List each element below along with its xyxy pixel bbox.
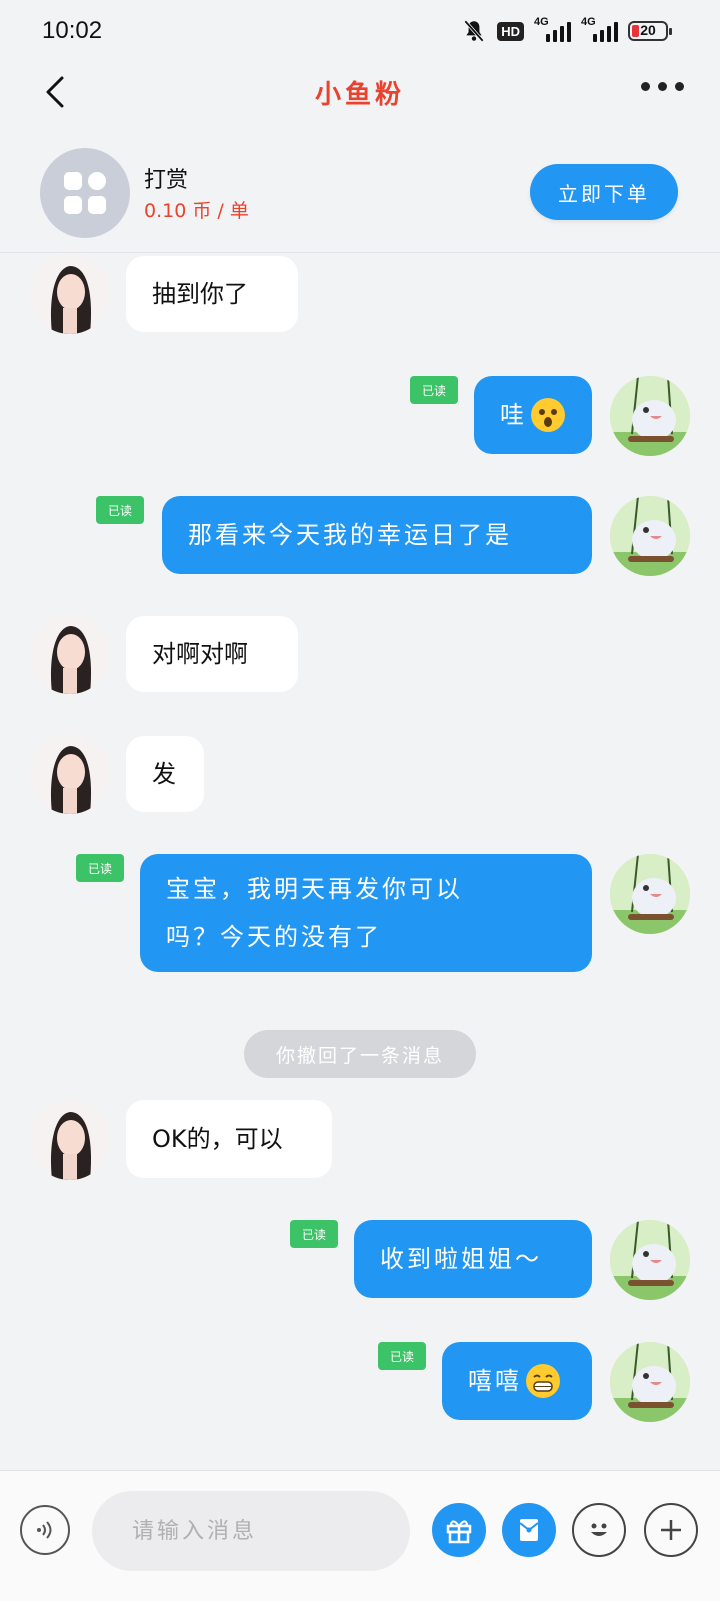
bell-muted-icon <box>464 20 485 42</box>
contact-avatar[interactable] <box>30 614 110 694</box>
emoji-button[interactable] <box>572 1503 626 1557</box>
contact-avatar[interactable] <box>30 734 110 814</box>
signal-icon: 4G <box>534 16 571 42</box>
hd-icon: HD <box>497 21 524 41</box>
my-avatar[interactable] <box>610 1220 690 1300</box>
incoming-bubble[interactable]: 对啊对啊 <box>126 616 298 692</box>
chat-list[interactable]: 抽到你了 已读 哇 已读 那看来今天我的幸运日了是 对啊对啊 发 已读 宝宝，我… <box>0 252 720 1470</box>
message-input[interactable] <box>92 1491 410 1571</box>
outgoing-bubble[interactable]: 那看来今天我的幸运日了是 <box>162 496 592 574</box>
grin-emoji-icon <box>526 1364 560 1398</box>
my-avatar[interactable] <box>610 854 690 934</box>
outgoing-bubble[interactable]: 嘻嘻 <box>442 1342 592 1420</box>
recall-notice: 你撤回了一条消息 <box>244 1030 476 1078</box>
gift-button[interactable] <box>432 1503 486 1557</box>
order-title: 打赏 <box>144 168 189 193</box>
outgoing-bubble[interactable]: 收到啦姐姐～ <box>354 1220 592 1298</box>
incoming-bubble[interactable]: OK的，可以 <box>126 1100 332 1178</box>
status-time: 10:02 <box>42 17 103 44</box>
order-bar: 打赏 0.10 币 / 单 立即下单 <box>0 134 720 253</box>
smiley-icon <box>591 1523 607 1536</box>
read-badge: 已读 <box>378 1342 426 1370</box>
status-icons: HD 4G 4G 20 <box>461 16 672 44</box>
service-icon <box>40 148 130 238</box>
more-plus-button[interactable] <box>644 1503 698 1557</box>
contact-avatar[interactable] <box>30 1100 110 1180</box>
my-avatar[interactable] <box>610 376 690 456</box>
voice-icon <box>37 1521 52 1539</box>
plus-icon <box>661 1520 681 1540</box>
signal-icon-2: 4G <box>581 16 618 42</box>
outgoing-bubble[interactable]: 宝宝，我明天再发你可以 吗？今天的没有了 <box>140 854 592 972</box>
status-bar: 10:02 HD 4G 4G 20 <box>0 0 720 64</box>
surprised-emoji-icon <box>531 398 565 432</box>
incoming-bubble[interactable]: 发 <box>126 736 204 812</box>
read-badge: 已读 <box>290 1220 338 1248</box>
battery-level: 20 <box>640 22 656 38</box>
order-now-button[interactable]: 立即下单 <box>530 164 678 220</box>
apps-grid-icon <box>64 172 106 214</box>
read-badge: 已读 <box>410 376 458 404</box>
nav-bar: 小鱼粉 <box>0 64 720 120</box>
read-badge: 已读 <box>96 496 144 524</box>
input-bar <box>0 1470 720 1601</box>
read-badge: 已读 <box>76 854 124 882</box>
outgoing-bubble[interactable]: 哇 <box>474 376 592 454</box>
gift-icon <box>446 1520 472 1544</box>
red-packet-icon <box>519 1519 539 1541</box>
more-dots-icon[interactable] <box>641 82 684 91</box>
order-price: 0.10 币 / 单 <box>144 200 249 222</box>
red-packet-button[interactable] <box>502 1503 556 1557</box>
my-avatar[interactable] <box>610 1342 690 1422</box>
page-title: 小鱼粉 <box>314 80 405 110</box>
battery-icon: 20 <box>628 21 672 41</box>
my-avatar[interactable] <box>610 496 690 576</box>
voice-button[interactable] <box>20 1505 70 1555</box>
incoming-bubble[interactable]: 抽到你了 <box>126 256 298 332</box>
contact-avatar[interactable] <box>30 254 110 334</box>
